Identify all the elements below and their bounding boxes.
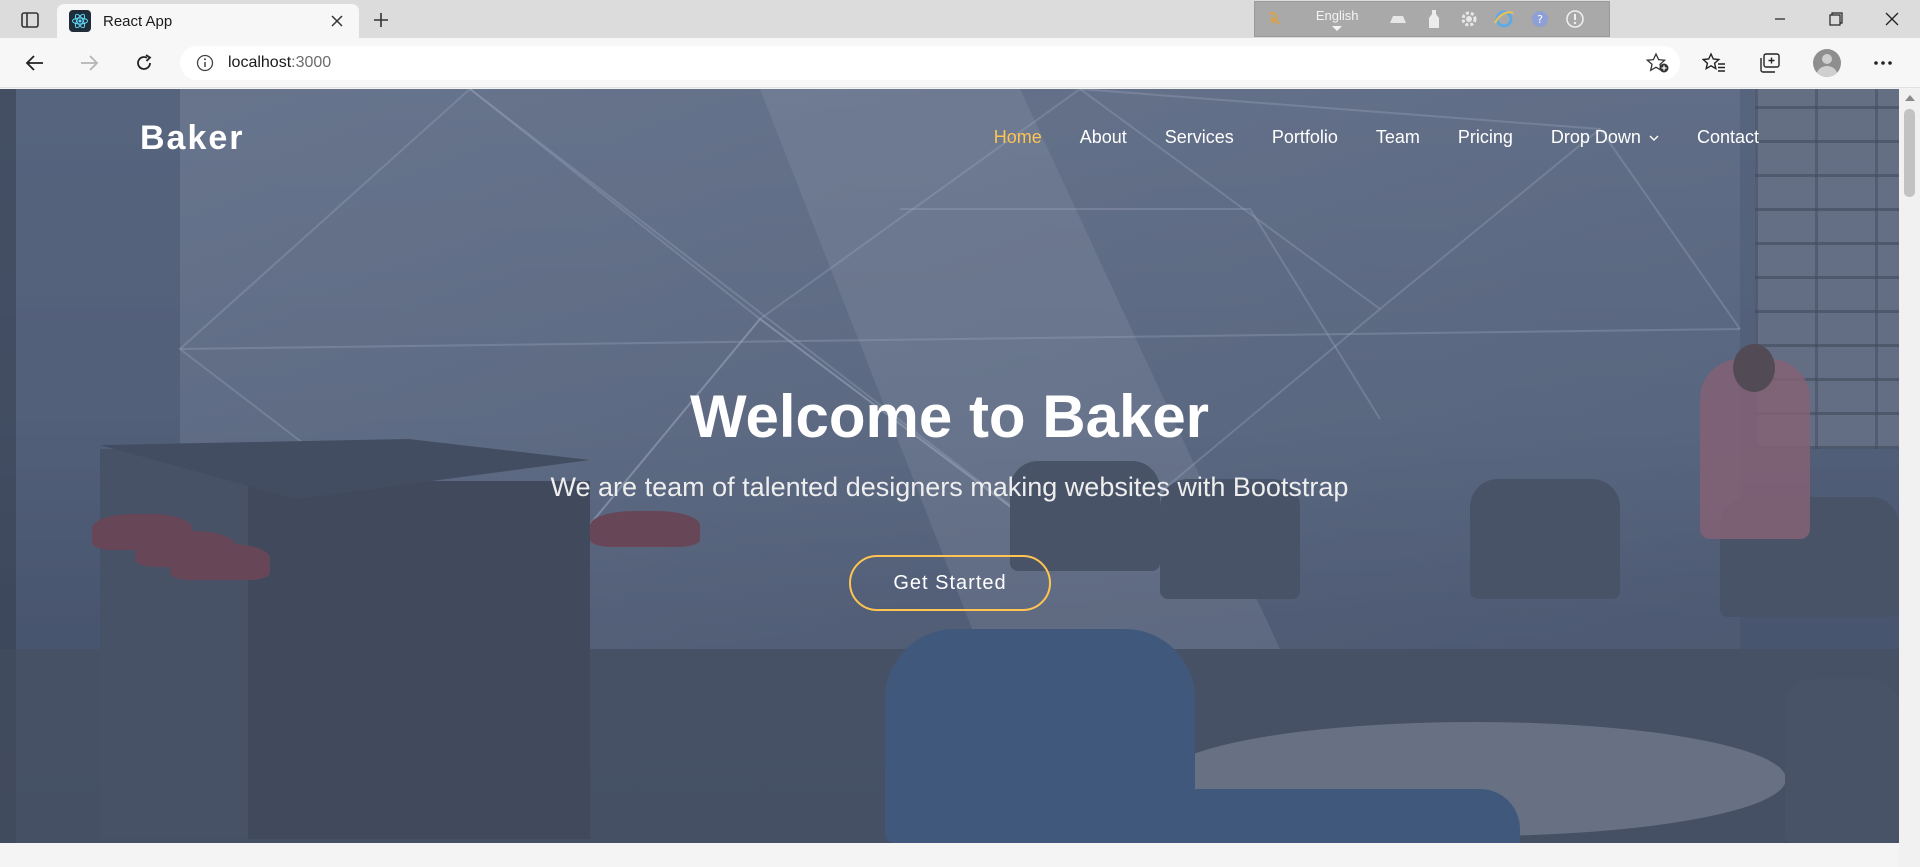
nav-about[interactable]: About [1080,127,1127,148]
nav-dropdown[interactable]: Drop Down [1551,127,1659,148]
collections-button[interactable] [1753,47,1787,79]
collections-icon [1760,53,1780,73]
minimize-icon [1775,18,1785,20]
address-bar[interactable]: localhost:3000 [180,46,1680,80]
url-host: localhost [228,54,292,71]
close-icon [331,15,343,27]
info-circle-icon[interactable] [1564,7,1586,31]
hero-overlay [0,89,1899,843]
scroll-up-arrow-icon[interactable] [1905,95,1915,101]
forward-arrow-icon [81,55,99,71]
add-favorite-button[interactable] [1646,52,1670,74]
restore-button[interactable] [1808,0,1864,38]
speaker-icon[interactable] [1387,7,1409,31]
nav-team[interactable]: Team [1376,127,1420,148]
browser-toolbar: localhost:3000 [0,38,1920,88]
back-arrow-icon [25,55,43,71]
reload-icon [137,54,152,70]
language-selector[interactable]: English [1300,3,1374,35]
hero-subtitle: We are team of talented designers making… [550,472,1349,502]
page-viewport: Baker Home About Services Portfolio Team… [0,89,1899,843]
nav-portfolio[interactable]: Portfolio [1272,127,1338,148]
react-icon [69,10,91,32]
minimize-button[interactable] [1752,0,1808,38]
info-icon[interactable] [196,54,214,72]
close-tab-button[interactable] [327,11,347,31]
profile-icon [1813,49,1841,77]
favorites-icon [1702,52,1725,72]
hero-section: Baker Home About Services Portfolio Team… [0,89,1899,843]
page-scrollbar[interactable] [1899,89,1920,867]
back-button[interactable] [18,47,52,79]
nav-services[interactable]: Services [1165,127,1234,148]
nav-contact[interactable]: Contact [1697,127,1759,148]
reload-button[interactable] [127,47,161,79]
main-nav: Home About Services Portfolio Team Prici… [956,127,1759,148]
close-window-icon [1885,12,1899,26]
translate-logo-icon[interactable] [1265,7,1287,31]
tab-title: React App [103,12,173,30]
forward-button[interactable] [72,47,106,79]
hero-title: Welcome to Baker [689,383,1210,450]
svg-text:?: ? [1537,13,1543,26]
language-label: English [1315,7,1359,23]
browser-tab[interactable]: React App [57,4,359,38]
get-started-button[interactable]: Get Started [849,555,1051,611]
bottle-icon[interactable] [1422,7,1444,31]
translator-extension-toolbar: English ? [1254,1,1610,37]
nav-pricing[interactable]: Pricing [1458,127,1513,148]
more-button[interactable] [1866,47,1900,79]
ie-browser-icon[interactable] [1493,7,1515,31]
window-controls [1752,0,1920,38]
site-logo[interactable]: Baker [140,119,245,158]
star-add-icon [1646,52,1669,73]
scrollbar-thumb[interactable] [1904,109,1915,197]
nav-dropdown-label: Drop Down [1550,127,1641,147]
settings-gear-icon[interactable] [1458,7,1480,31]
tab-actions-button[interactable] [14,7,46,33]
nav-home[interactable]: Home [994,127,1042,148]
url-port: :3000 [291,54,332,71]
url-text[interactable]: localhost:3000 [228,54,331,72]
page-below-hero [0,843,1899,867]
profile-button[interactable] [1810,47,1844,79]
site-header: Baker Home About Services Portfolio Team… [0,89,1899,189]
help-icon[interactable]: ? [1528,7,1550,31]
tab-actions-icon [21,12,39,28]
restore-icon [1829,12,1843,26]
more-icon [1874,61,1892,65]
new-tab-button[interactable] [366,6,396,34]
chevron-down-icon [1332,25,1343,31]
close-window-button[interactable] [1864,0,1920,38]
favorites-button[interactable] [1697,47,1731,79]
plus-icon [374,13,388,27]
tab-strip: React App English ? [0,0,1920,38]
chevron-down-icon [1649,135,1659,141]
